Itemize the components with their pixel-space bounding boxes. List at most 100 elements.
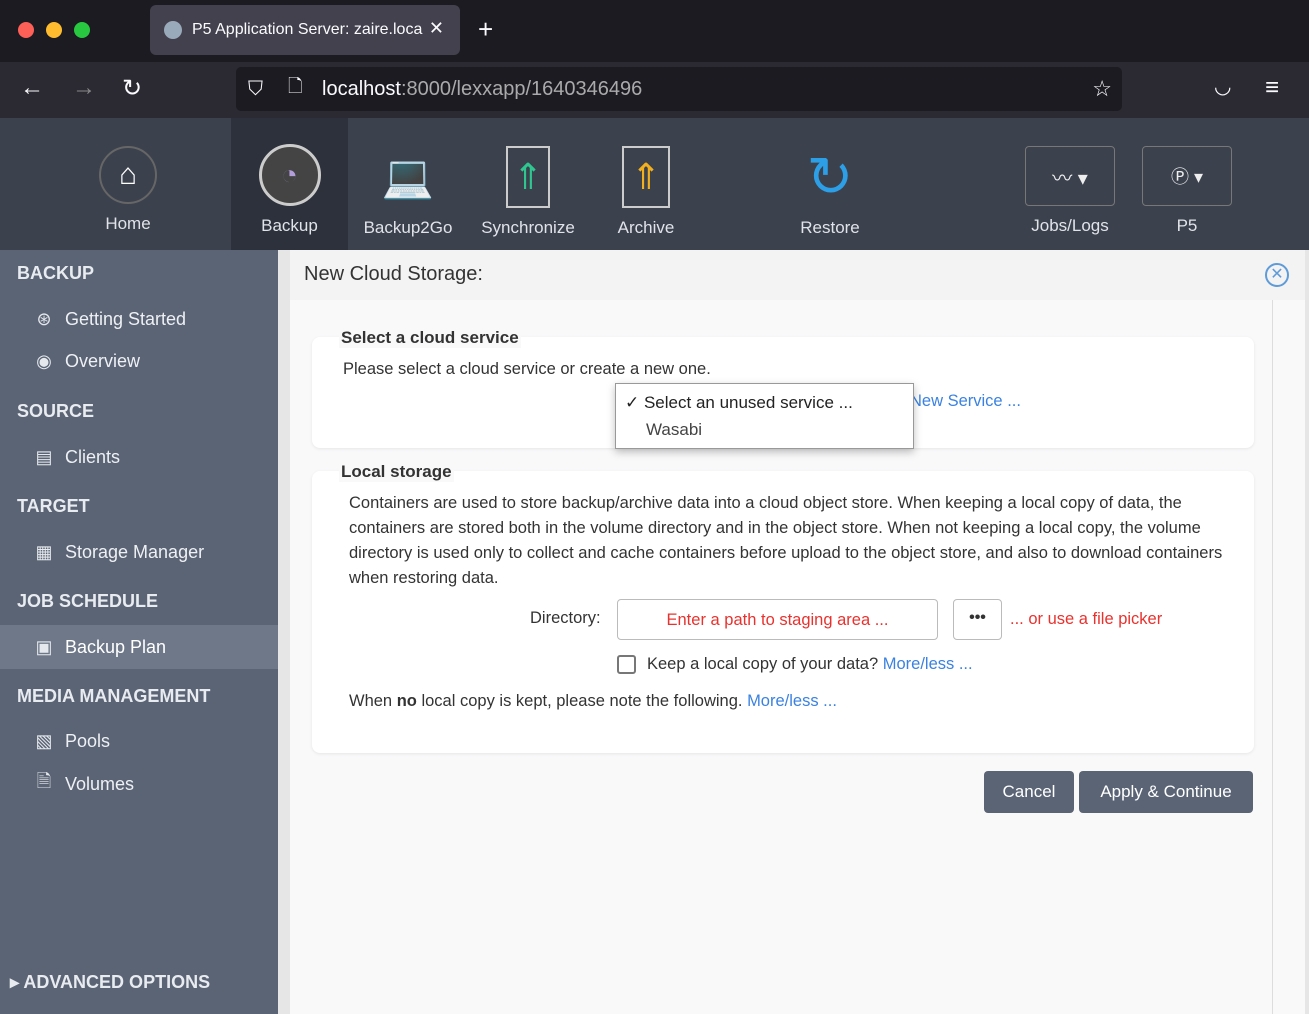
directory-label: Directory: [530, 609, 601, 627]
close-tab-icon[interactable]: ✕ [429, 18, 444, 39]
sync-icon: ⇑ [506, 146, 550, 208]
browser-tab[interactable]: P5 Application Server: zaire.loca ✕ [150, 5, 460, 55]
cancel-button[interactable]: Cancel [984, 771, 1074, 813]
bookmark-star-icon[interactable]: ☆ [1092, 76, 1112, 102]
sidebar-item-label: Clients [65, 446, 121, 467]
keep-local-copy-checkbox[interactable] [617, 655, 636, 674]
page-icon: 🗋 [288, 76, 303, 96]
local-storage-description: Containers are used to store backup/arch… [349, 494, 1223, 587]
forward-icon[interactable]: → [72, 74, 96, 102]
dialog-title-text: New Cloud Storage: [304, 263, 483, 285]
toolbar-p5[interactable]: Ⓟ ▾ P5 [1131, 118, 1243, 250]
archive-icon: ⇑ [622, 146, 670, 208]
toolbar-label: Jobs/Logs [1031, 216, 1109, 235]
toolbar-archive[interactable]: ⇑ Archive [590, 118, 702, 250]
pools-icon: ▧ [35, 730, 53, 751]
apply-continue-button[interactable]: Apply & Continue [1079, 771, 1253, 813]
new-tab-button[interactable]: + [478, 14, 493, 45]
url-bar[interactable]: ⛉ 🗋 localhost:8000/lexxapp/1640346496 ☆ [236, 67, 1122, 111]
toolbar-label: Restore [800, 218, 860, 237]
dropdown-option-wasabi[interactable]: Wasabi [616, 413, 913, 440]
advanced-options-label: ADVANCED OPTIONS [23, 972, 211, 992]
url-host: localhost [322, 77, 401, 100]
volumes-icon: 🗎 [36, 771, 52, 791]
sidebar-item-label: Volumes [65, 773, 135, 794]
sidebar-item-pools[interactable]: ▧ Pools [0, 720, 278, 762]
shield-icon[interactable]: ⛉ [248, 78, 263, 101]
p5-icon: Ⓟ ▾ [1142, 146, 1232, 206]
sidebar-item-backup-plan[interactable]: ▣ Backup Plan [0, 625, 278, 669]
cloud-service-legend: Select a cloud service [339, 328, 521, 348]
dialog-title: New Cloud Storage: [290, 250, 1305, 300]
reload-icon[interactable]: ↻ [122, 74, 142, 103]
backup-plan-icon: ▣ [35, 636, 53, 657]
browser-navbar: ← → ↻ ⛉ 🗋 localhost:8000/lexxapp/1640346… [0, 62, 1309, 118]
local-storage-legend: Local storage [339, 462, 454, 482]
advanced-options-toggle[interactable]: ▸ ADVANCED OPTIONS [0, 972, 210, 993]
note-text: When [349, 692, 397, 710]
sidebar-heading: BACKUP [17, 263, 95, 283]
toolbar-home[interactable]: ⌂ Home [28, 118, 228, 250]
scrollbar[interactable] [1272, 300, 1273, 1014]
toolbar-label: Home [105, 214, 151, 233]
pocket-icon[interactable]: ◡ [1214, 74, 1231, 99]
sidebar-item-label: Pools [65, 730, 111, 751]
sidebar-item-volumes[interactable]: 🗎 Volumes [0, 763, 278, 805]
toolbar-label: Backup2Go [363, 218, 453, 237]
toolbar-restore[interactable]: ↻ Restore [774, 118, 886, 250]
caret-right-icon: ▸ [10, 972, 20, 992]
browser-tabbar: P5 Application Server: zaire.loca ✕ + [0, 0, 1309, 62]
sidebar-item-label: Overview [65, 350, 141, 371]
cloud-service-dropdown[interactable]: ✓ Select an unused service ... Wasabi [615, 383, 914, 449]
back-icon[interactable]: ← [20, 74, 44, 102]
toolbar-synchronize[interactable]: ⇑ Synchronize [472, 118, 584, 250]
zoom-window-button[interactable] [74, 22, 90, 38]
storage-manager-icon: ▦ [35, 541, 53, 562]
note-text: local copy is kept, please note the foll… [416, 692, 743, 710]
cloud-service-text: Please select a cloud service or create … [343, 360, 711, 378]
new-service-link[interactable]: New Service ... [910, 389, 1021, 414]
getting-started-icon: ⊛ [36, 308, 52, 329]
toolbar-label: Backup [261, 216, 318, 235]
sidebar-item-getting-started[interactable]: ⊛ Getting Started [0, 298, 278, 340]
home-icon: ⌂ [99, 146, 157, 204]
sidebar-item-label: Getting Started [65, 308, 187, 329]
close-window-button[interactable] [18, 22, 34, 38]
option-label: Select an unused service ... [643, 393, 853, 412]
sidebar-heading: MEDIA MANAGEMENT [17, 686, 211, 706]
laptop-icon: 💻 [381, 152, 435, 200]
toolbar-label: Archive [617, 218, 675, 237]
toolbar-backup2go[interactable]: 💻 Backup2Go [352, 118, 464, 250]
toolbar-label: Synchronize [481, 218, 575, 237]
sidebar-heading: TARGET [17, 496, 90, 516]
tab-title: P5 Application Server: zaire.loca [192, 21, 423, 38]
favicon-icon [164, 21, 182, 39]
sidebar-item-storage-manager[interactable]: ▦ Storage Manager [0, 531, 278, 573]
toolbar-backup[interactable]: ◔ Backup [231, 118, 348, 250]
option-label: Wasabi [646, 420, 703, 439]
toolbar-label: P5 [1176, 216, 1198, 235]
close-dialog-icon[interactable]: ✕ [1265, 263, 1289, 287]
menu-icon[interactable]: ≡ [1265, 74, 1279, 102]
app-toolbar: ⌂ Home ◔ Backup 💻 Backup2Go ⇑ Synchronize ⇑ A… [0, 118, 1309, 250]
sidebar-item-overview[interactable]: ◉ Overview [0, 340, 278, 382]
file-picker-link[interactable]: ... or use a file picker [1010, 607, 1162, 632]
keep-local-copy-label: Keep a local copy of your data? [647, 655, 879, 673]
sidebar-item-clients[interactable]: ▤ Clients [0, 436, 278, 478]
new-cloud-storage-dialog: New Cloud Storage: ✕ Select a cloud serv… [290, 250, 1305, 1014]
toolbar-jobs-logs[interactable]: 〰 ▾ Jobs/Logs [1014, 118, 1126, 250]
sidebar-item-label: Storage Manager [65, 541, 205, 562]
dropdown-option-selected[interactable]: ✓ Select an unused service ... [616, 384, 913, 413]
more-less-link[interactable]: More/less ... [883, 655, 973, 673]
more-less-link-2[interactable]: More/less ... [747, 692, 837, 710]
directory-input[interactable]: Enter a path to staging area ... [617, 599, 938, 640]
file-picker-button[interactable]: ••• [953, 599, 1002, 640]
clients-icon: ▤ [35, 446, 53, 467]
sidebar: BACKUP ⊛ Getting Started ◉ Overview SOURCE… [0, 250, 278, 1014]
note-bold: no [396, 692, 417, 710]
minimize-window-button[interactable] [46, 22, 62, 38]
sidebar-heading: JOB SCHEDULE [17, 591, 159, 611]
sidebar-item-label: Backup Plan [65, 636, 167, 657]
jobs-icon: 〰 ▾ [1025, 146, 1115, 206]
overview-icon: ◉ [36, 350, 52, 371]
